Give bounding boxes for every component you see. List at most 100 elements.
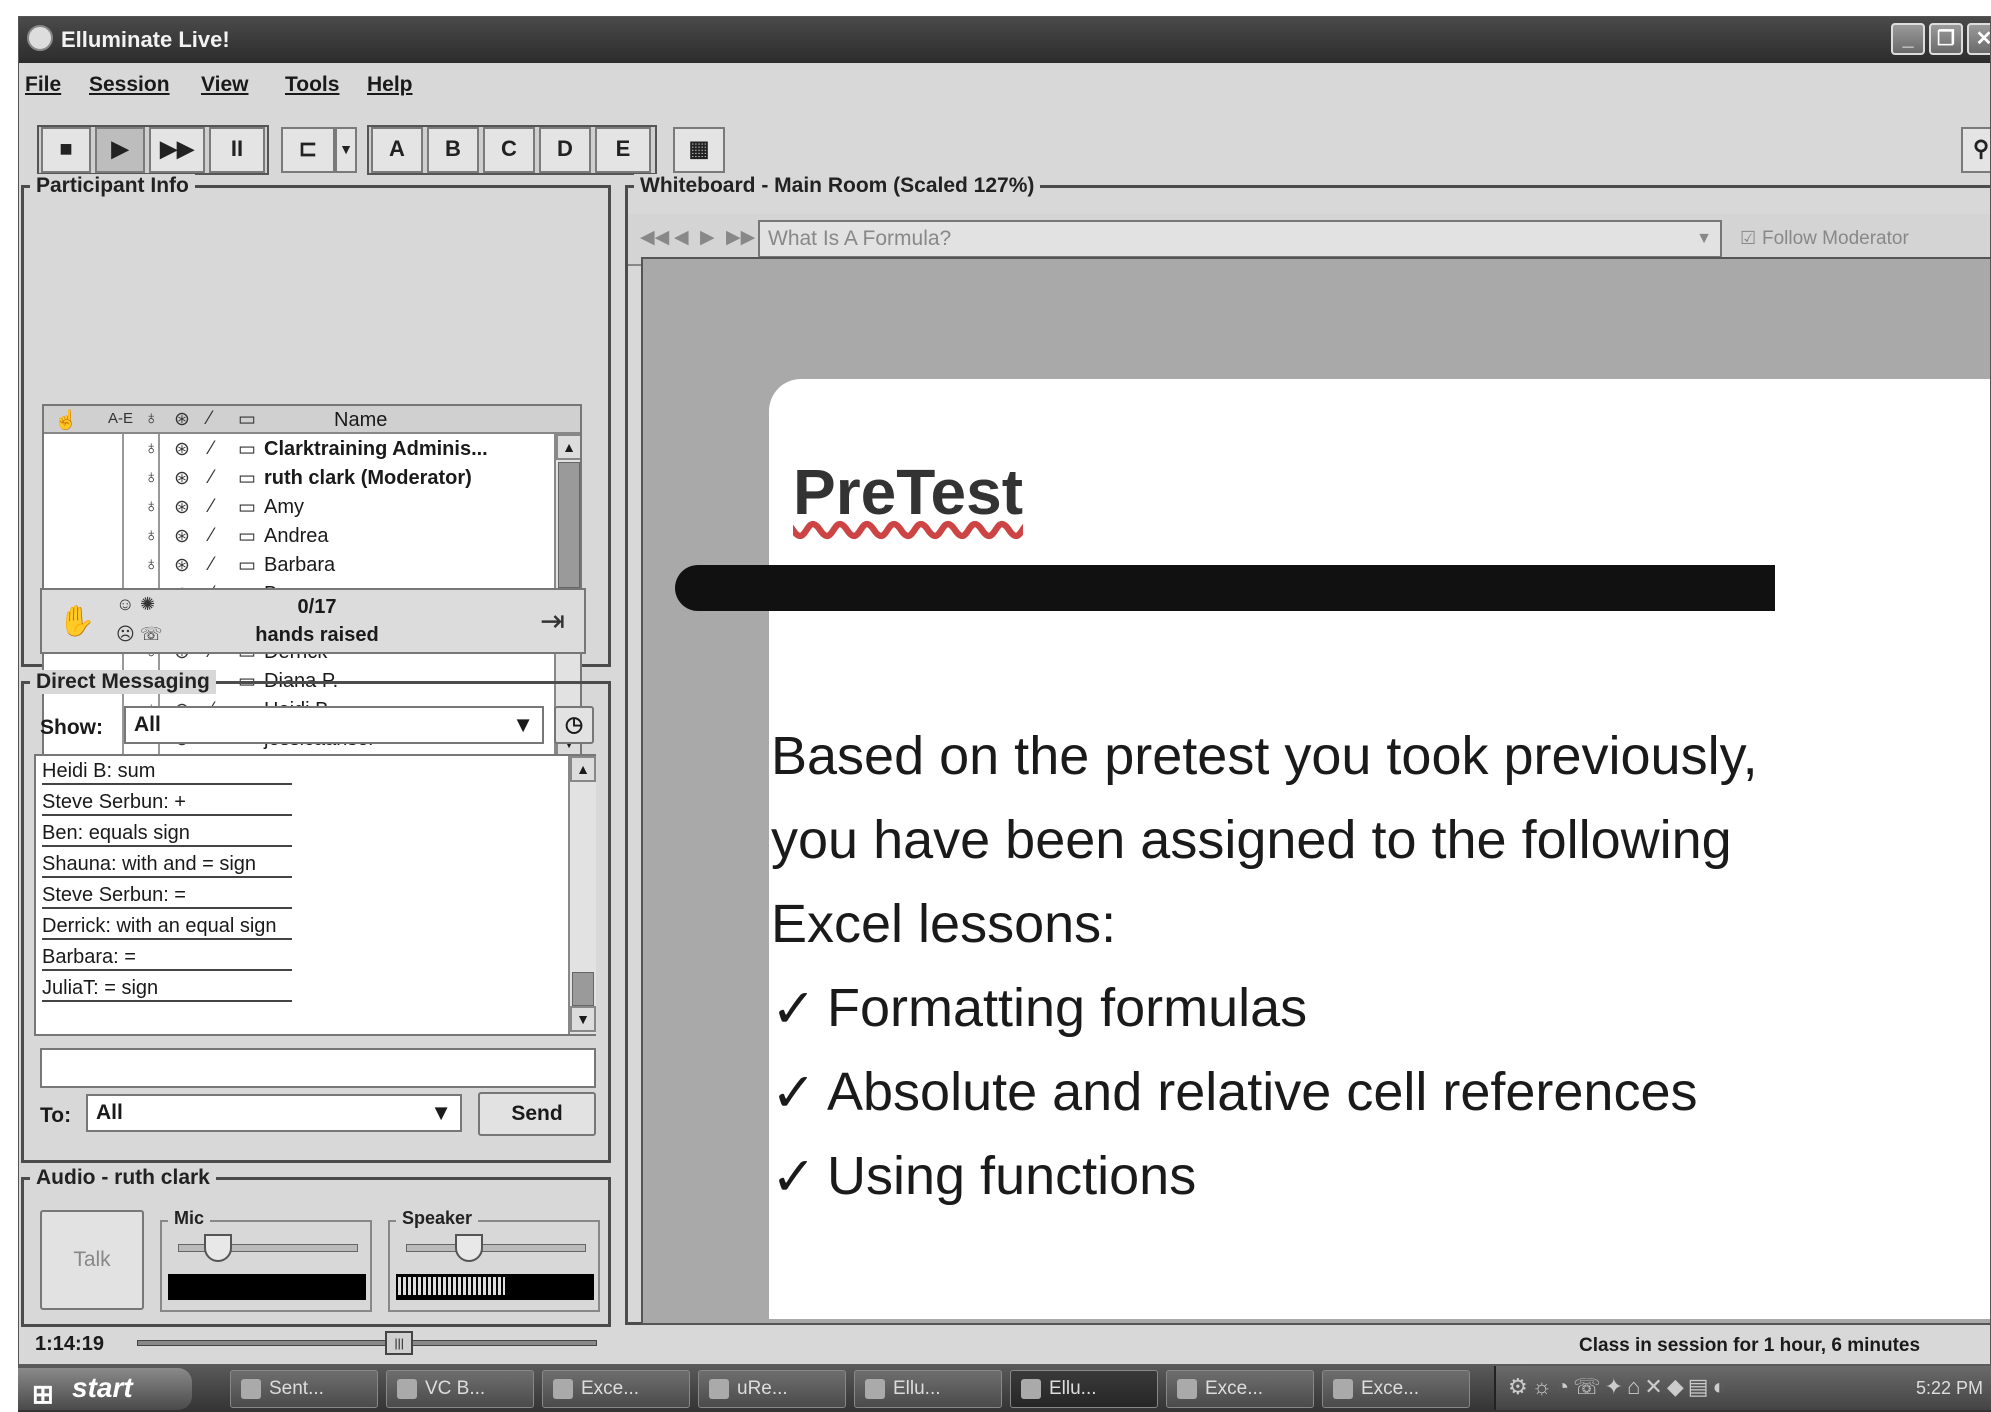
- show-select[interactable]: All ▼: [124, 706, 544, 744]
- clock: 5:22 PM: [1916, 1378, 1984, 1398]
- mic-icon: ♁: [144, 554, 159, 575]
- emoticon-icon[interactable]: ☺: [116, 594, 134, 615]
- poll-b-button[interactable]: B: [427, 127, 479, 173]
- slide-body-line: you have been assigned to the following: [771, 810, 1732, 870]
- applause-icon[interactable]: ✺: [140, 594, 155, 615]
- search-icon[interactable]: ⚲: [1961, 127, 1990, 173]
- playback-progress-thumb[interactable]: |||: [385, 1331, 414, 1355]
- menu-help[interactable]: Help: [367, 73, 413, 97]
- app-icon: [241, 1379, 261, 1399]
- fast-forward-button[interactable]: ▶▶: [149, 127, 205, 173]
- speaker-slider-thumb[interactable]: [455, 1234, 483, 1262]
- exit-icon[interactable]: ⇥: [540, 604, 565, 639]
- speech-icon[interactable]: ☏: [140, 624, 163, 645]
- message-input[interactable]: [40, 1048, 596, 1088]
- mic-column-icon[interactable]: ♁: [144, 408, 158, 430]
- send-button[interactable]: Send: [478, 1092, 596, 1136]
- mic-icon: ♁: [144, 496, 159, 517]
- system-tray: ⚙☼◔☏✦⌂✕◆▤◐ 5:22 PM: [1494, 1366, 1991, 1410]
- start-label: start: [72, 1372, 133, 1403]
- layout-button[interactable]: ⊏: [281, 127, 335, 173]
- taskbar-item[interactable]: Exce...: [542, 1370, 690, 1408]
- minimize-icon[interactable]: _: [1891, 23, 1925, 55]
- poll-d-button[interactable]: D: [539, 127, 591, 173]
- message-scrollbar[interactable]: ▲ ▼: [568, 756, 596, 1034]
- raise-hand-icon[interactable]: ✋: [58, 604, 95, 639]
- page-select[interactable]: What Is A Formula? ▼: [758, 220, 1722, 258]
- scroll-thumb[interactable]: [572, 972, 594, 1006]
- participant-row[interactable]: ♁ ⊛ ⁄ ▭ Andrea: [44, 523, 564, 552]
- participant-row[interactable]: ♁ ⊛ ⁄ ▭ Clarktraining Adminis...: [44, 436, 564, 465]
- view-column-icon[interactable]: ⊛: [174, 408, 190, 431]
- windows-logo-icon: ⊞: [32, 1379, 54, 1409]
- menu-file[interactable]: File: [25, 73, 61, 97]
- follow-checkbox[interactable]: ☑: [1740, 228, 1756, 249]
- follow-label: Follow Moderator: [1762, 228, 1909, 249]
- ae-column-header[interactable]: A-E: [108, 410, 133, 427]
- play-button[interactable]: ▶: [95, 127, 145, 173]
- scroll-thumb[interactable]: [558, 462, 580, 588]
- clock-icon[interactable]: ◷: [554, 706, 594, 744]
- pen-icon: ⁄: [210, 554, 214, 575]
- mic-slider-thumb[interactable]: [203, 1234, 232, 1262]
- taskbar-item[interactable]: uRe...: [698, 1370, 846, 1408]
- participant-row[interactable]: ♁ ⊛ ⁄ ▭ Amy: [44, 494, 564, 523]
- window-icon: ▭: [238, 468, 256, 489]
- participant-name: Andrea: [264, 525, 329, 547]
- taskbar-item[interactable]: Exce...: [1322, 1370, 1470, 1408]
- pen-icon: ⁄: [210, 496, 214, 517]
- window-icon: ▭: [238, 497, 256, 518]
- show-label: Show:: [40, 716, 103, 739]
- taskbar-item[interactable]: VC B...: [386, 1370, 534, 1408]
- scroll-up-icon[interactable]: ▲: [570, 756, 596, 782]
- participant-row[interactable]: ♁ ⊛ ⁄ ▭ Barbara: [44, 552, 564, 581]
- menu-session[interactable]: Session: [89, 73, 170, 97]
- talk-button[interactable]: Talk: [40, 1210, 144, 1310]
- scroll-down-icon[interactable]: ▼: [570, 1006, 596, 1032]
- window-icon: ▭: [238, 526, 256, 547]
- playback-progress-track[interactable]: [137, 1340, 597, 1346]
- to-label: To:: [40, 1104, 72, 1127]
- pen-column-icon[interactable]: ⁄: [208, 408, 211, 430]
- window-title: Elluminate Live!: [61, 27, 230, 52]
- name-column-header[interactable]: Name: [334, 409, 387, 432]
- layout-dropdown-icon[interactable]: ▼: [335, 127, 357, 173]
- mic-level-meter: [168, 1274, 366, 1300]
- pause-button[interactable]: II: [209, 127, 265, 173]
- last-page-icon[interactable]: ▶▶: [726, 226, 755, 249]
- slide-body-line: Based on the pretest you took previously…: [771, 726, 1758, 786]
- taskbar-item-label: uRe...: [737, 1378, 788, 1399]
- emoticon-sad-icon[interactable]: ☹: [116, 624, 135, 645]
- close-icon[interactable]: ✕: [1967, 23, 1990, 55]
- taskbar-item[interactable]: Exce...: [1166, 1370, 1314, 1408]
- scroll-up-icon[interactable]: ▲: [556, 434, 580, 460]
- menu-tools[interactable]: Tools: [285, 73, 339, 97]
- view-icon: ⊛: [174, 468, 190, 489]
- to-select[interactable]: All ▼: [86, 1094, 462, 1132]
- slide-shadow: [751, 259, 1123, 379]
- speaker-slider-track[interactable]: [406, 1244, 586, 1252]
- start-button[interactable]: ⊞ start: [18, 1368, 192, 1410]
- menu-view[interactable]: View: [201, 73, 248, 97]
- restore-icon[interactable]: ❐: [1929, 23, 1963, 55]
- poll-a-button[interactable]: A: [371, 127, 423, 173]
- window-column-icon[interactable]: ▭: [238, 408, 256, 431]
- taskbar-item-label: VC B...: [425, 1378, 486, 1399]
- slide-bullet: Formatting formulas: [827, 978, 1308, 1038]
- poll-c-button[interactable]: C: [483, 127, 535, 173]
- page-select-value: What Is A Formula?: [768, 227, 952, 250]
- taskbar-item[interactable]: Sent...: [230, 1370, 378, 1408]
- poll-e-button[interactable]: E: [595, 127, 651, 173]
- audio-title: Audio - ruth clark: [30, 1166, 216, 1190]
- taskbar-item[interactable]: Ellu...: [1010, 1370, 1158, 1408]
- app-logo-icon: [27, 25, 53, 51]
- participant-row[interactable]: ♁ ⊛ ⁄ ▭ ruth clark (Moderator): [44, 465, 564, 494]
- next-page-icon[interactable]: ▶: [700, 226, 715, 249]
- grid-icon[interactable]: ▦: [673, 127, 725, 173]
- app-window: Elluminate Live! _ ❐ ✕ File Session View…: [18, 16, 1991, 1412]
- first-page-icon[interactable]: ◀◀: [640, 226, 669, 249]
- taskbar-item[interactable]: Ellu...: [854, 1370, 1002, 1408]
- stop-button[interactable]: ■: [41, 127, 91, 173]
- prev-page-icon[interactable]: ◀: [674, 226, 689, 249]
- hand-column-icon[interactable]: ☝: [54, 408, 78, 432]
